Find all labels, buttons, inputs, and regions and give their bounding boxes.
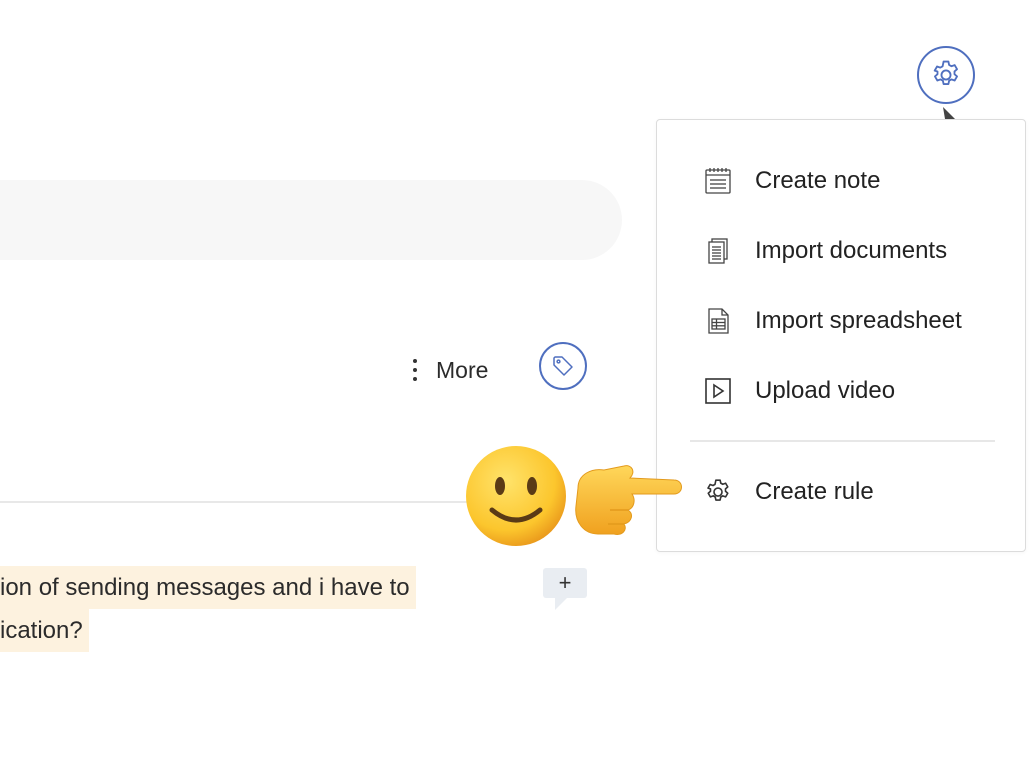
plus-icon: + <box>558 570 572 595</box>
menu-divider <box>690 440 995 442</box>
search-bar[interactable] <box>0 180 622 260</box>
pointing-hand-icon <box>575 465 682 535</box>
menu-item-import-documents[interactable]: Import documents <box>703 231 947 271</box>
comment-bubble-tail <box>555 598 567 610</box>
tag-icon <box>553 356 573 376</box>
settings-dropdown-menu: Create note Import documents Import spre… <box>656 119 1026 552</box>
video-play-icon <box>703 376 733 406</box>
menu-item-upload-video[interactable]: Upload video <box>703 371 895 411</box>
menu-item-create-rule[interactable]: Create rule <box>703 472 874 512</box>
menu-item-label: Import documents <box>755 237 948 264</box>
add-comment-button[interactable]: + <box>543 568 587 598</box>
documents-icon <box>703 236 733 266</box>
spreadsheet-icon <box>703 306 733 336</box>
settings-button[interactable] <box>917 46 975 104</box>
menu-item-label: Upload video <box>755 377 896 404</box>
content-divider <box>0 501 480 503</box>
gear-icon <box>703 477 733 507</box>
highlighted-text[interactable]: ion of sending messages and i have to ic… <box>0 566 416 652</box>
menu-item-label: Create rule <box>755 478 874 505</box>
menu-item-label: Import spreadsheet <box>755 307 962 334</box>
tag-button[interactable] <box>539 342 587 390</box>
menu-item-label: Create note <box>755 167 881 194</box>
menu-item-import-spreadsheet[interactable]: Import spreadsheet <box>703 301 962 341</box>
smiley-face-icon <box>466 446 566 546</box>
more-label: More <box>436 356 489 383</box>
notepad-icon <box>703 166 733 196</box>
page: Create note Import documents Import spre… <box>0 0 1029 781</box>
text-line: ication? <box>0 609 89 652</box>
menu-item-create-note[interactable]: Create note <box>703 161 880 201</box>
more-button[interactable]: More <box>412 352 488 388</box>
text-line: ion of sending messages and i have to <box>0 566 416 609</box>
gear-icon <box>933 60 958 85</box>
vertical-dots-icon <box>412 359 418 381</box>
